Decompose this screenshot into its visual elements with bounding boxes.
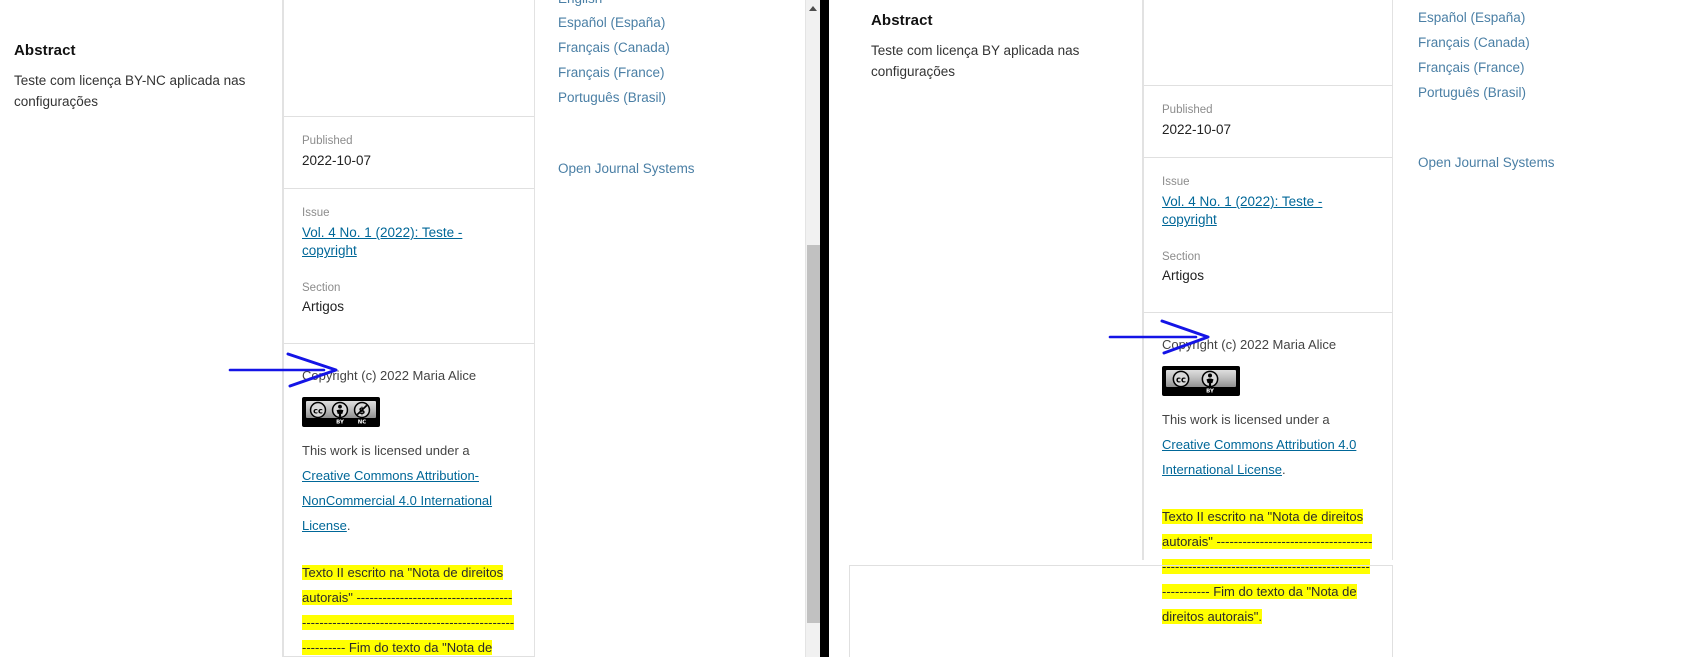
left-meta-issue-label: Issue (302, 207, 330, 220)
right-license-text: This work is licensed under a Creative C… (1162, 408, 1374, 483)
right-license-prefix: This work is licensed under a (1162, 412, 1330, 428)
right-abstract-heading: Abstract (871, 12, 933, 29)
right-lang-item-1[interactable]: Français (Canada) (1418, 36, 1530, 50)
middle-language-sidebar: English Español (España) Français (Canad… (558, 0, 788, 657)
panel-separator (820, 0, 829, 657)
left-meta-issue-link[interactable]: Vol. 4 No. 1 (2022): Teste - copyright (302, 224, 516, 260)
svg-text:BY: BY (1206, 389, 1214, 395)
left-abstract-heading: Abstract (14, 42, 76, 59)
middle-lang-item-3[interactable]: Français (France) (558, 66, 665, 80)
right-license-link[interactable]: Creative Commons Attribution 4.0 Interna… (1162, 437, 1356, 477)
right-lang-item-2[interactable]: Français (France) (1418, 61, 1525, 75)
middle-lang-item-2[interactable]: Français (Canada) (558, 41, 670, 55)
annotation-arrow-left-icon (228, 352, 338, 388)
middle-lang-item-4[interactable]: Português (Brasil) (558, 91, 666, 105)
left-license-suffix: . (346, 518, 351, 534)
right-lower-fragment-left-rule (849, 565, 850, 657)
cc-by-badge-icon[interactable]: cc BY (1162, 366, 1240, 397)
right-meta-issue-link[interactable]: Vol. 4 No. 1 (2022): Teste - copyright (1162, 193, 1374, 229)
left-copyright-block: Copyright (c) 2022 Maria Alice cc $ BY N… (284, 344, 534, 657)
right-abstract-body: Teste com licença BY aplicada nas config… (871, 43, 1080, 80)
right-copyright-note-text: Texto II escrito na "Nota de direitos au… (1162, 509, 1373, 624)
left-browser-panel: Abstract Teste com licença BY-NC aplicad… (0, 0, 820, 657)
left-meta-top-filler (284, 0, 534, 117)
right-language-sidebar: Español (España) Français (Canada) Franç… (1418, 0, 1668, 657)
left-meta-section-value: Artigos (302, 299, 345, 315)
right-meta-published-value: 2022-10-07 (1162, 121, 1232, 137)
svg-text:cc: cc (1176, 375, 1186, 385)
right-meta-published: Published 2022-10-07 (1144, 86, 1392, 159)
left-scrollbar-thumb[interactable] (807, 245, 820, 623)
right-metadata-card: Published 2022-10-07 Issue Vol. 4 No. 1 … (1143, 0, 1393, 624)
right-ojs-link[interactable]: Open Journal Systems (1418, 155, 1555, 170)
left-meta-published-label: Published (302, 135, 353, 147)
svg-text:NC: NC (358, 420, 367, 426)
right-meta-issue-label: Issue (1162, 176, 1190, 189)
right-copyright-block: Copyright (c) 2022 Maria Alice cc BY Thi… (1144, 313, 1392, 640)
left-meta-published: Published 2022-10-07 (284, 117, 534, 190)
left-copyright-note: Texto II escrito na "Nota de direitos au… (302, 561, 516, 657)
right-meta-issue-section: Issue Vol. 4 No. 1 (2022): Teste - copyr… (1144, 158, 1392, 313)
right-lang-item-0[interactable]: Español (España) (1418, 11, 1525, 25)
right-meta-section-label: Section (1162, 250, 1201, 263)
left-metadata-card: Published 2022-10-07 Issue Vol. 4 No. 1 … (283, 0, 535, 657)
svg-text:BY: BY (336, 420, 344, 426)
middle-ojs-link[interactable]: Open Journal Systems (558, 161, 695, 176)
right-meta-top-filler (1144, 0, 1392, 86)
right-lower-fragment-right-rule (1392, 565, 1393, 657)
right-lang-item-3[interactable]: Português (Brasil) (1418, 86, 1526, 100)
right-license-suffix: . (1281, 462, 1286, 478)
left-license-link[interactable]: Creative Commons Attribution-NonCommerci… (302, 468, 492, 533)
annotation-arrow-right-icon (1108, 319, 1210, 355)
left-abstract-column: Abstract Teste com licença BY-NC aplicad… (0, 0, 283, 657)
scroll-up-arrow-icon[interactable] (806, 0, 820, 15)
right-meta-published-label: Published (1162, 104, 1213, 116)
left-copyright-note-text: Texto II escrito na "Nota de direitos au… (302, 565, 515, 657)
right-browser-panel: Abstract Teste com licença BY aplicada n… (829, 0, 1696, 657)
screenshot-root: Abstract Teste com licença BY-NC aplicad… (0, 0, 1696, 657)
middle-lang-item-1[interactable]: Español (España) (558, 16, 665, 30)
right-abstract-column: Abstract Teste com licença BY aplicada n… (849, 0, 1143, 560)
left-meta-section-label: Section (302, 281, 341, 294)
left-meta-issue-section: Issue Vol. 4 No. 1 (2022): Teste - copyr… (284, 189, 534, 344)
left-abstract-body: Teste com licença BY-NC aplicada nas con… (14, 73, 246, 110)
left-license-prefix: This work is licensed under a (302, 443, 470, 459)
left-license-text: This work is licensed under a Creative C… (302, 439, 516, 539)
cc-by-nc-badge-icon[interactable]: cc $ BY NC (302, 397, 380, 428)
middle-lang-item-0[interactable]: English (558, 0, 602, 6)
left-scrollbar[interactable] (805, 0, 820, 657)
right-copyright-note: Texto II escrito na "Nota de direitos au… (1162, 505, 1374, 630)
right-meta-section-value: Artigos (1162, 268, 1205, 284)
left-meta-published-value: 2022-10-07 (302, 152, 372, 168)
svg-text:cc: cc (313, 406, 323, 416)
right-lower-fragment-top-rule (849, 565, 1393, 566)
